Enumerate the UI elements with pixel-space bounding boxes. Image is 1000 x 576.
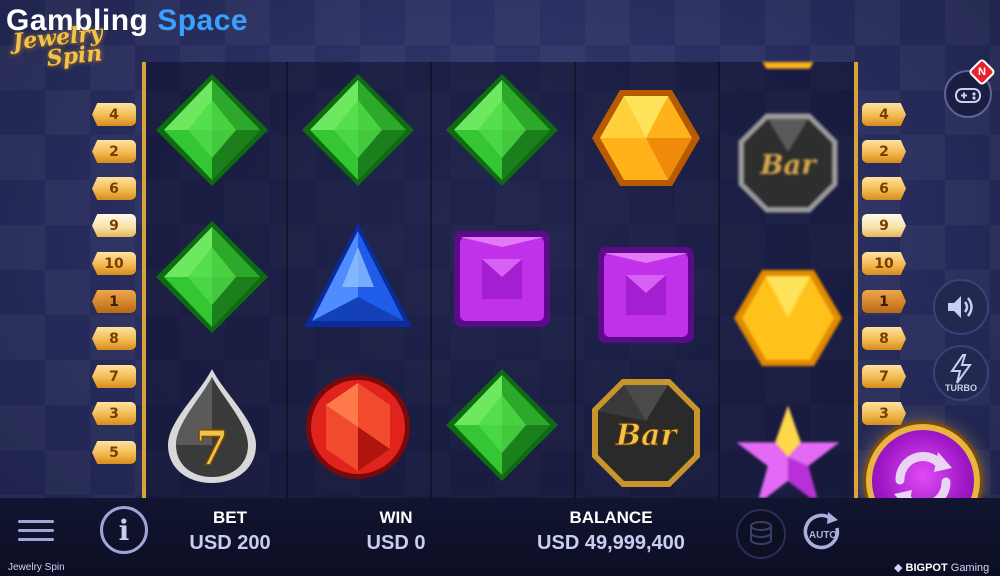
payline-marker-left: 7 (92, 365, 136, 388)
balance-value: USD 49,999,400 (537, 532, 685, 554)
balance-label: BALANCE (569, 508, 653, 527)
purple-square-symbol (454, 231, 550, 327)
hamburger-icon-line (18, 538, 54, 541)
bet-label: BET (213, 508, 247, 527)
payline-marker-left: 8 (92, 327, 136, 350)
sound-button[interactable] (933, 279, 989, 335)
bet-display: BET USD 200 (178, 508, 282, 555)
payline-marker-right: 7 (862, 365, 906, 388)
game-logo: Jewelry Spin (12, 20, 136, 80)
seven-glyph: 7 (195, 421, 228, 477)
payline-marker-right: 3 (862, 402, 906, 425)
green-diamond-symbol (446, 74, 558, 186)
payline-marker-right: 6 (862, 177, 906, 200)
info-icon: i (118, 513, 130, 547)
turbo-button[interactable]: TURBO (933, 345, 989, 401)
bar-label: Bar (615, 418, 679, 453)
win-label: WIN (379, 508, 413, 527)
payline-marker-left: 4 (92, 103, 136, 126)
speaker-icon (948, 296, 973, 318)
hamburger-icon-line (18, 529, 54, 532)
red-round-symbol (306, 375, 410, 479)
balance-display: BALANCE USD 49,999,400 (528, 508, 694, 555)
reel-separator (430, 62, 432, 498)
reel-separator (286, 62, 288, 498)
provider-name-rest: Gaming (947, 562, 990, 574)
provider-logo-icon: ◆ (894, 562, 903, 574)
info-button[interactable]: i (100, 506, 148, 554)
autoplay-label: AUTO (808, 529, 838, 541)
seven-drop-symbol: 7 (168, 369, 256, 483)
payline-marker-right: 1 (862, 290, 906, 313)
payline-marker-right: 9 (862, 214, 906, 237)
game-name-footer: Jewelry Spin (8, 562, 65, 573)
bet-value[interactable]: USD 200 (178, 532, 282, 555)
notification-badge-label: N (978, 66, 986, 78)
provider-name-bold: BIGPOT (905, 562, 948, 574)
bet-coins-button[interactable] (736, 509, 786, 559)
lightning-icon (950, 354, 972, 384)
reel-5-strip: Bar (720, 62, 854, 498)
yellow-hexagon-symbol (734, 270, 842, 366)
purple-square-symbol (598, 247, 694, 343)
payline-marker-right: 10 (862, 252, 906, 275)
payline-marker-right: 8 (862, 327, 906, 350)
win-value: USD 0 (366, 532, 426, 554)
star-symbol (736, 405, 840, 498)
payline-marker-left: 3 (92, 402, 136, 425)
reel-separator (574, 62, 576, 498)
game-stage: Gambling Space Jewelry Spin 4 2 6 9 10 1… (0, 0, 1000, 576)
win-display: WIN USD 0 (350, 508, 442, 555)
turbo-label: TURBO (945, 383, 977, 393)
control-bar (0, 498, 1000, 576)
payline-marker-left: 1 (92, 290, 136, 313)
green-diamond-symbol (446, 369, 558, 481)
payline-marker-left: 6 (92, 177, 136, 200)
bar-label: Bar (759, 149, 818, 181)
payline-marker-right: 4 (862, 103, 906, 126)
green-diamond-symbol (156, 221, 268, 333)
payline-marker-right: 2 (862, 140, 906, 163)
hamburger-icon-line (18, 520, 54, 523)
hamburger-menu-button[interactable] (18, 520, 54, 546)
payline-marker-left: 2 (92, 140, 136, 163)
payline-marker-left: 10 (92, 252, 136, 275)
provider-credit: ◆ BIGPOT Gaming (894, 561, 989, 574)
autoplay-button[interactable]: AUTO (800, 510, 846, 556)
yellow-hexagon-symbol (592, 90, 700, 186)
brand-word-2: Space (157, 4, 249, 37)
coin-stack-icon (750, 521, 772, 545)
green-diamond-symbol (302, 74, 414, 186)
yellow-hexagon-symbol (762, 62, 814, 69)
bar-octagon-symbol: Bar (738, 113, 838, 213)
bar-octagon-symbol: Bar (592, 379, 700, 487)
green-diamond-symbol (156, 74, 268, 186)
blue-triangle-symbol (304, 223, 412, 327)
payline-marker-left: 5 (92, 441, 136, 464)
payline-marker-left: 9 (92, 214, 136, 237)
